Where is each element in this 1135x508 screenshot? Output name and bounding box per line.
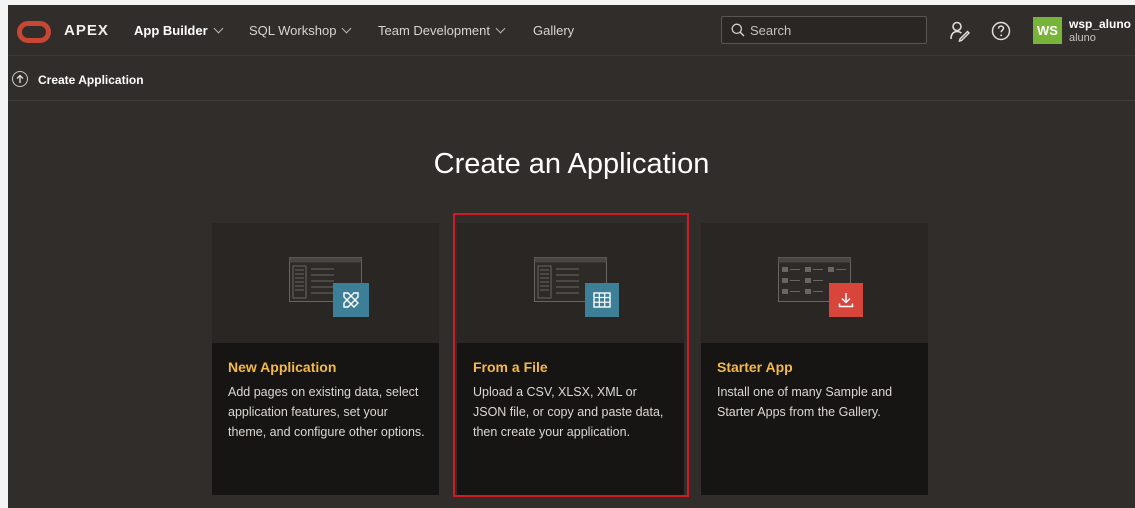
search-placeholder: Search	[750, 22, 792, 38]
page-title: Create an Application	[433, 148, 710, 180]
nav-team-development-label: Team Development	[378, 23, 490, 38]
nav-app-builder[interactable]: App Builder	[134, 23, 224, 38]
card-new-application[interactable]: New Application Add pages on existing da…	[212, 223, 439, 495]
chevron-down-icon	[213, 23, 224, 34]
card-starter-app[interactable]: Starter App Install one of many Sample a…	[701, 223, 928, 495]
breadcrumb-label: Create Application	[38, 73, 144, 87]
user-name[interactable]: wsp_aluno	[1069, 17, 1131, 31]
card-description: Install one of many Sample and Starter A…	[717, 385, 893, 419]
user-edit-icon[interactable]	[948, 19, 972, 43]
card-body: New Application Add pages on existing da…	[228, 359, 428, 442]
arrow-up-icon[interactable]	[12, 71, 28, 87]
download-icon	[829, 283, 863, 317]
help-icon[interactable]	[989, 19, 1013, 43]
nav-sql-workshop-label: SQL Workshop	[249, 23, 337, 38]
user-workspace: aluno	[1069, 32, 1096, 44]
nav-gallery[interactable]: Gallery	[533, 23, 574, 38]
brand-name[interactable]: APEX	[64, 22, 109, 39]
card-illustration-area	[212, 223, 439, 343]
breadcrumb: Create Application	[8, 56, 1135, 101]
nav-gallery-label: Gallery	[533, 23, 575, 38]
search-input[interactable]: Search	[721, 16, 927, 44]
card-body: Starter App Install one of many Sample a…	[717, 359, 917, 422]
card-title: New Application	[228, 359, 337, 375]
card-illustration-area	[701, 223, 928, 343]
search-icon	[731, 23, 745, 37]
card-title: Starter App	[717, 359, 793, 375]
selection-highlight	[453, 213, 689, 497]
nav-sql-workshop[interactable]: SQL Workshop	[249, 23, 352, 38]
nav-app-builder-label: App Builder	[134, 23, 208, 38]
tools-icon	[333, 283, 369, 317]
chevron-down-icon	[341, 23, 352, 34]
avatar[interactable]: WS	[1033, 17, 1062, 44]
oracle-logo-icon[interactable]	[17, 21, 51, 43]
nav-team-development[interactable]: Team Development	[378, 23, 506, 38]
chevron-down-icon	[495, 23, 506, 34]
card-description: Add pages on existing data, select appli…	[228, 385, 425, 439]
apex-window: APEX App Builder SQL Workshop Team Devel…	[8, 5, 1135, 508]
top-navigation-bar: APEX App Builder SQL Workshop Team Devel…	[8, 5, 1135, 56]
